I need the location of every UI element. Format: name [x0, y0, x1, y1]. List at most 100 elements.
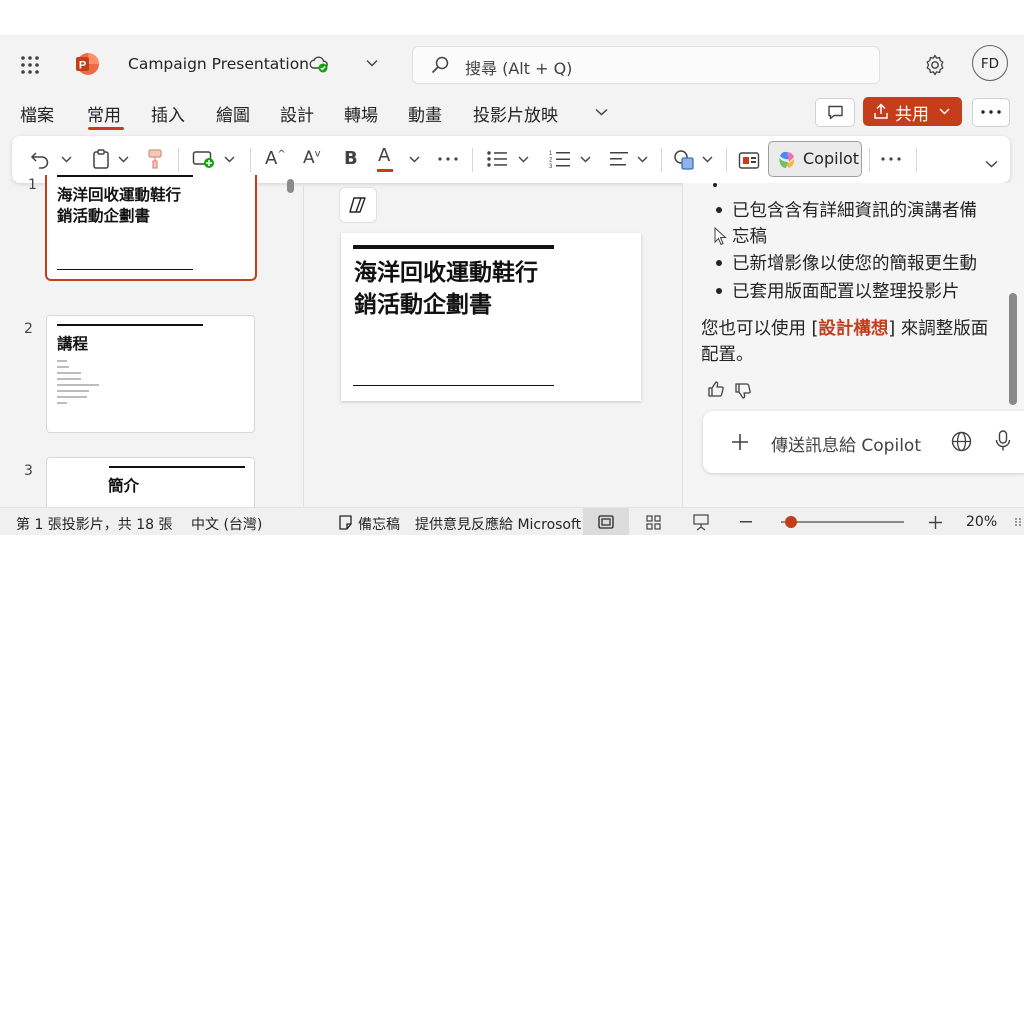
tab-animations[interactable]: 動畫: [408, 101, 442, 126]
slide-sorter-icon[interactable]: [646, 515, 661, 530]
align-left-icon[interactable]: [609, 151, 629, 167]
copilot-message-input[interactable]: 傳送訊息給 Copilot: [703, 411, 1024, 473]
slide-thumbnail-1[interactable]: 海洋回收運動鞋行 銷活動企劃書: [45, 175, 257, 281]
shapes-icon[interactable]: [673, 149, 695, 171]
copilot-tip-line-2: 配置。: [701, 345, 754, 365]
settings-gear-icon[interactable]: [924, 54, 946, 76]
search-box[interactable]: 搜尋 (Alt + Q): [412, 46, 880, 84]
app-launcher-icon[interactable]: [20, 55, 40, 75]
tab-insert[interactable]: 插入: [151, 101, 185, 126]
new-slide-icon[interactable]: [192, 149, 216, 169]
bullets-chevron-down-icon[interactable]: [518, 156, 529, 163]
user-avatar[interactable]: FD: [972, 45, 1008, 81]
presenter-view-icon[interactable]: [693, 514, 709, 531]
add-plus-icon[interactable]: [731, 433, 749, 451]
bullet-text: 已套用版面配置以整理投影片: [732, 282, 960, 302]
more-dots-icon: [981, 110, 1001, 114]
undo-icon[interactable]: [30, 149, 50, 169]
copilot-logo-icon: [777, 150, 797, 170]
copilot-scrollbar-thumb[interactable]: [1009, 293, 1017, 405]
ribbon-separator: [661, 148, 662, 172]
thumb-number-1: 1: [28, 177, 37, 193]
slide-title[interactable]: 海洋回收運動鞋行 銷活動企劃書: [354, 257, 538, 321]
feedback-link[interactable]: 提供意見反應給 Microsoft: [415, 514, 581, 534]
more-options-button[interactable]: [972, 98, 1010, 127]
align-chevron-down-icon[interactable]: [637, 156, 648, 163]
title-bar: P Campaign Presentation 搜尋 (Alt + Q) FD: [0, 35, 1024, 95]
microphone-icon[interactable]: [995, 430, 1011, 452]
font-color-chevron-down-icon[interactable]: [409, 156, 420, 163]
tab-draw[interactable]: 繪圖: [216, 101, 250, 126]
zoom-slider-thumb[interactable]: [784, 516, 797, 528]
slide-title-rule: [353, 245, 554, 249]
copilot-button[interactable]: Copilot: [768, 141, 862, 177]
normal-view-button[interactable]: [583, 508, 629, 535]
tab-slideshow[interactable]: 投影片放映: [473, 101, 558, 126]
share-label: 共用: [895, 105, 929, 125]
tab-home[interactable]: 常用: [87, 101, 121, 126]
bullet-text: 已新增影像以使您的簡報更生動: [732, 254, 977, 274]
tab-file[interactable]: 檔案: [20, 101, 54, 126]
increase-font-size-button[interactable]: A^: [265, 148, 286, 169]
zoom-out-minus-icon[interactable]: [740, 521, 752, 523]
tip-suffix: ] 來調整版面: [888, 319, 989, 339]
svg-text:P: P: [79, 60, 86, 72]
svg-text:1: 1: [549, 151, 553, 157]
design-ideas-link[interactable]: 設計構想: [818, 319, 888, 339]
ribbon-more-dots-icon[interactable]: [881, 157, 901, 161]
thumbs-down-icon[interactable]: [734, 382, 752, 400]
svg-text:3: 3: [549, 164, 553, 169]
ribbon-separator: [869, 148, 870, 172]
copilot-bullet-1-cont: 忘稿: [732, 227, 767, 247]
globe-icon[interactable]: [951, 431, 972, 452]
slide-thumbnail-2[interactable]: 講程: [46, 315, 255, 433]
zoom-in-plus-icon[interactable]: [929, 516, 942, 529]
fit-to-window-icon[interactable]: [1014, 517, 1022, 527]
active-tab-indicator: [88, 127, 124, 130]
title-chevron-down-icon[interactable]: [366, 59, 378, 67]
notes-icon[interactable]: [338, 515, 353, 530]
undo-chevron-down-icon[interactable]: [61, 156, 72, 163]
share-upload-icon: [873, 103, 889, 120]
search-icon: [431, 56, 449, 74]
thumb-title: 海洋回收運動鞋行 銷活動企劃書: [57, 185, 181, 227]
bullet-text: 已包含含有詳細資訊的演講者備: [732, 201, 977, 221]
tab-design[interactable]: 設計: [280, 101, 314, 126]
share-button[interactable]: 共用: [863, 97, 962, 126]
cloud-saved-icon[interactable]: [308, 54, 330, 74]
expand-ribbon-chevron-icon[interactable]: [985, 160, 998, 168]
format-painter-icon[interactable]: [147, 148, 163, 170]
paste-clipboard-icon[interactable]: [92, 148, 110, 170]
current-slide[interactable]: 海洋回收運動鞋行 銷活動企劃書: [341, 233, 641, 401]
thumbs-scrollbar-thumb[interactable]: [287, 179, 294, 193]
font-color-button[interactable]: A: [377, 145, 393, 172]
thumb-title: 講程: [57, 335, 89, 353]
copilot-outline-icon: [348, 196, 368, 214]
ribbon-separator: [472, 148, 473, 172]
notes-button[interactable]: 備忘稿: [358, 514, 400, 534]
font-more-dots-icon[interactable]: [438, 157, 458, 161]
numbering-chevron-down-icon[interactable]: [580, 156, 591, 163]
prev-bullet-dot: [713, 183, 717, 187]
decrease-font-size-button[interactable]: Av: [303, 148, 321, 168]
comments-button[interactable]: [815, 98, 855, 127]
new-slide-chevron-down-icon[interactable]: [224, 156, 235, 163]
paste-chevron-down-icon[interactable]: [118, 156, 129, 163]
copilot-slide-button[interactable]: [339, 187, 377, 223]
language-indicator[interactable]: 中文 (台灣): [191, 514, 262, 534]
normal-view-icon: [598, 515, 614, 529]
thumbs-up-icon[interactable]: [707, 380, 725, 398]
powerpoint-window: P Campaign Presentation 搜尋 (Alt + Q) FD …: [0, 35, 1024, 535]
bold-button[interactable]: B: [344, 148, 358, 169]
more-tabs-chevron-icon[interactable]: [595, 108, 608, 116]
numbered-list-icon[interactable]: 123: [549, 149, 571, 169]
zoom-percent[interactable]: 20%: [966, 514, 997, 530]
tab-transitions[interactable]: 轉場: [344, 101, 378, 126]
font-shrink-letter: A: [303, 148, 315, 168]
zoom-slider-track[interactable]: [781, 516, 904, 528]
thumb-number-2: 2: [24, 321, 33, 337]
shapes-chevron-down-icon[interactable]: [702, 156, 713, 163]
designer-icon[interactable]: [738, 150, 760, 170]
document-title[interactable]: Campaign Presentation: [128, 55, 309, 73]
bullet-list-icon[interactable]: [486, 150, 508, 168]
